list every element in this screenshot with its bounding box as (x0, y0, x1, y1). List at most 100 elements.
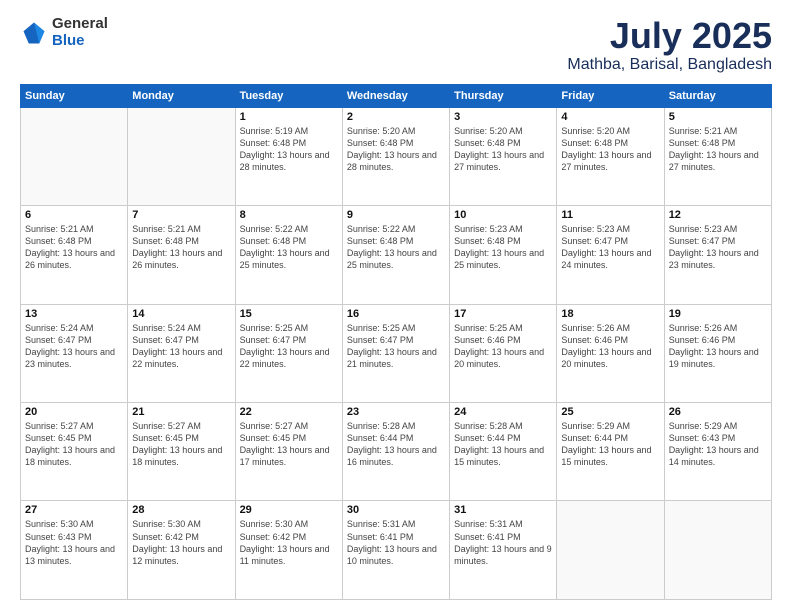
calendar-header-row: Sunday Monday Tuesday Wednesday Thursday… (21, 84, 772, 107)
sunrise: Sunrise: 5:30 AM (25, 519, 94, 529)
day-info: Sunrise: 5:19 AM Sunset: 6:48 PM Dayligh… (240, 125, 338, 174)
daylight: Daylight: 13 hours and 26 minutes. (25, 248, 115, 270)
sunset: Sunset: 6:44 PM (561, 433, 628, 443)
daylight: Daylight: 13 hours and 10 minutes. (347, 544, 437, 566)
day-number: 15 (240, 308, 338, 320)
day-info: Sunrise: 5:20 AM Sunset: 6:48 PM Dayligh… (561, 125, 659, 174)
sunset: Sunset: 6:47 PM (240, 335, 307, 345)
calendar-day: 20 Sunrise: 5:27 AM Sunset: 6:45 PM Dayl… (21, 403, 128, 501)
sunset: Sunset: 6:45 PM (132, 433, 199, 443)
day-info: Sunrise: 5:20 AM Sunset: 6:48 PM Dayligh… (454, 125, 552, 174)
sunset: Sunset: 6:46 PM (561, 335, 628, 345)
day-info: Sunrise: 5:23 AM Sunset: 6:47 PM Dayligh… (561, 223, 659, 272)
sunset: Sunset: 6:48 PM (25, 236, 92, 246)
sunrise: Sunrise: 5:20 AM (454, 126, 523, 136)
day-info: Sunrise: 5:23 AM Sunset: 6:48 PM Dayligh… (454, 223, 552, 272)
header-wednesday: Wednesday (342, 84, 449, 107)
sunrise: Sunrise: 5:22 AM (240, 224, 309, 234)
calendar-day: 29 Sunrise: 5:30 AM Sunset: 6:42 PM Dayl… (235, 501, 342, 600)
sunset: Sunset: 6:48 PM (454, 236, 521, 246)
daylight: Daylight: 13 hours and 25 minutes. (347, 248, 437, 270)
logo-icon (20, 19, 48, 47)
sunrise: Sunrise: 5:23 AM (454, 224, 523, 234)
logo-blue: Blue (52, 33, 108, 50)
calendar-day: 21 Sunrise: 5:27 AM Sunset: 6:45 PM Dayl… (128, 403, 235, 501)
sunrise: Sunrise: 5:28 AM (454, 421, 523, 431)
day-number: 18 (561, 308, 659, 320)
day-number: 16 (347, 308, 445, 320)
calendar-day: 17 Sunrise: 5:25 AM Sunset: 6:46 PM Dayl… (450, 304, 557, 402)
daylight: Daylight: 13 hours and 15 minutes. (561, 445, 651, 467)
sunrise: Sunrise: 5:27 AM (132, 421, 201, 431)
daylight: Daylight: 13 hours and 20 minutes. (454, 347, 544, 369)
calendar-day (664, 501, 771, 600)
daylight: Daylight: 13 hours and 22 minutes. (240, 347, 330, 369)
calendar-day: 27 Sunrise: 5:30 AM Sunset: 6:43 PM Dayl… (21, 501, 128, 600)
header-tuesday: Tuesday (235, 84, 342, 107)
daylight: Daylight: 13 hours and 27 minutes. (669, 150, 759, 172)
sunrise: Sunrise: 5:31 AM (347, 519, 416, 529)
header-monday: Monday (128, 84, 235, 107)
header: General Blue July 2025 Mathba, Barisal, … (20, 16, 772, 74)
sunrise: Sunrise: 5:26 AM (561, 323, 630, 333)
day-info: Sunrise: 5:24 AM Sunset: 6:47 PM Dayligh… (132, 322, 230, 371)
daylight: Daylight: 13 hours and 15 minutes. (454, 445, 544, 467)
day-number: 4 (561, 111, 659, 123)
calendar-week-row: 27 Sunrise: 5:30 AM Sunset: 6:43 PM Dayl… (21, 501, 772, 600)
day-number: 22 (240, 406, 338, 418)
day-number: 19 (669, 308, 767, 320)
day-number: 29 (240, 504, 338, 516)
sunrise: Sunrise: 5:25 AM (347, 323, 416, 333)
calendar-table: Sunday Monday Tuesday Wednesday Thursday… (20, 84, 772, 600)
sunrise: Sunrise: 5:22 AM (347, 224, 416, 234)
header-sunday: Sunday (21, 84, 128, 107)
day-info: Sunrise: 5:21 AM Sunset: 6:48 PM Dayligh… (669, 125, 767, 174)
logo: General Blue (20, 16, 108, 49)
day-number: 20 (25, 406, 123, 418)
day-info: Sunrise: 5:27 AM Sunset: 6:45 PM Dayligh… (132, 420, 230, 469)
day-number: 30 (347, 504, 445, 516)
day-info: Sunrise: 5:28 AM Sunset: 6:44 PM Dayligh… (454, 420, 552, 469)
daylight: Daylight: 13 hours and 27 minutes. (561, 150, 651, 172)
calendar-day (128, 107, 235, 205)
day-number: 6 (25, 209, 123, 221)
day-number: 7 (132, 209, 230, 221)
sunset: Sunset: 6:47 PM (669, 236, 736, 246)
day-info: Sunrise: 5:22 AM Sunset: 6:48 PM Dayligh… (240, 223, 338, 272)
daylight: Daylight: 13 hours and 16 minutes. (347, 445, 437, 467)
sunrise: Sunrise: 5:28 AM (347, 421, 416, 431)
sunset: Sunset: 6:44 PM (347, 433, 414, 443)
sunset: Sunset: 6:41 PM (454, 532, 521, 542)
day-info: Sunrise: 5:27 AM Sunset: 6:45 PM Dayligh… (240, 420, 338, 469)
calendar-day: 14 Sunrise: 5:24 AM Sunset: 6:47 PM Dayl… (128, 304, 235, 402)
sunset: Sunset: 6:47 PM (561, 236, 628, 246)
sunset: Sunset: 6:42 PM (240, 532, 307, 542)
sunset: Sunset: 6:48 PM (240, 236, 307, 246)
day-number: 25 (561, 406, 659, 418)
title-block: July 2025 Mathba, Barisal, Bangladesh (567, 16, 772, 74)
sunset: Sunset: 6:43 PM (669, 433, 736, 443)
sunset: Sunset: 6:48 PM (347, 236, 414, 246)
day-number: 28 (132, 504, 230, 516)
calendar-day: 28 Sunrise: 5:30 AM Sunset: 6:42 PM Dayl… (128, 501, 235, 600)
daylight: Daylight: 13 hours and 25 minutes. (240, 248, 330, 270)
sunrise: Sunrise: 5:29 AM (669, 421, 738, 431)
daylight: Daylight: 13 hours and 18 minutes. (25, 445, 115, 467)
calendar-day: 24 Sunrise: 5:28 AM Sunset: 6:44 PM Dayl… (450, 403, 557, 501)
daylight: Daylight: 13 hours and 21 minutes. (347, 347, 437, 369)
sunrise: Sunrise: 5:23 AM (561, 224, 630, 234)
day-number: 21 (132, 406, 230, 418)
day-number: 5 (669, 111, 767, 123)
day-number: 9 (347, 209, 445, 221)
day-info: Sunrise: 5:24 AM Sunset: 6:47 PM Dayligh… (25, 322, 123, 371)
header-thursday: Thursday (450, 84, 557, 107)
calendar-day: 8 Sunrise: 5:22 AM Sunset: 6:48 PM Dayli… (235, 206, 342, 304)
calendar-week-row: 6 Sunrise: 5:21 AM Sunset: 6:48 PM Dayli… (21, 206, 772, 304)
daylight: Daylight: 13 hours and 13 minutes. (25, 544, 115, 566)
day-number: 12 (669, 209, 767, 221)
logo-general: General (52, 16, 108, 33)
daylight: Daylight: 13 hours and 27 minutes. (454, 150, 544, 172)
daylight: Daylight: 13 hours and 12 minutes. (132, 544, 222, 566)
sunset: Sunset: 6:46 PM (454, 335, 521, 345)
sunrise: Sunrise: 5:30 AM (240, 519, 309, 529)
